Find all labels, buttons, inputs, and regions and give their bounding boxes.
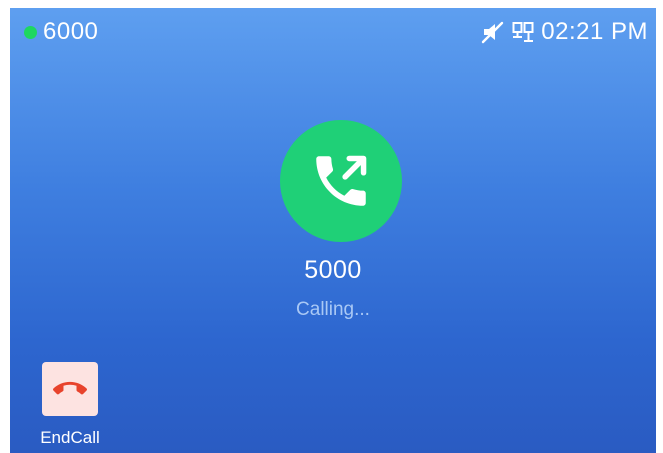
phone-screen: 6000 02:21 PM 5000 Calling... EndCall — [10, 8, 656, 453]
account-number: 6000 — [43, 18, 99, 45]
end-call-label: EndCall — [40, 428, 100, 447]
end-call-softkey[interactable]: EndCall — [34, 362, 106, 448]
muted-speaker-icon — [482, 21, 504, 44]
registration-status-dot — [24, 25, 37, 39]
end-call-icon — [53, 381, 87, 395]
status-bar: 6000 02:21 PM — [10, 8, 656, 54]
call-status-text: Calling... — [296, 299, 370, 320]
status-right: 02:21 PM — [481, 18, 648, 46]
end-call-button[interactable] — [42, 362, 98, 416]
clock: 02:21 PM — [541, 18, 648, 45]
callee-number: 5000 — [304, 256, 362, 284]
network-icon — [512, 22, 534, 42]
account-indicator: 6000 — [24, 18, 98, 46]
outgoing-call-icon — [316, 155, 367, 206]
outgoing-call-badge — [280, 120, 402, 242]
